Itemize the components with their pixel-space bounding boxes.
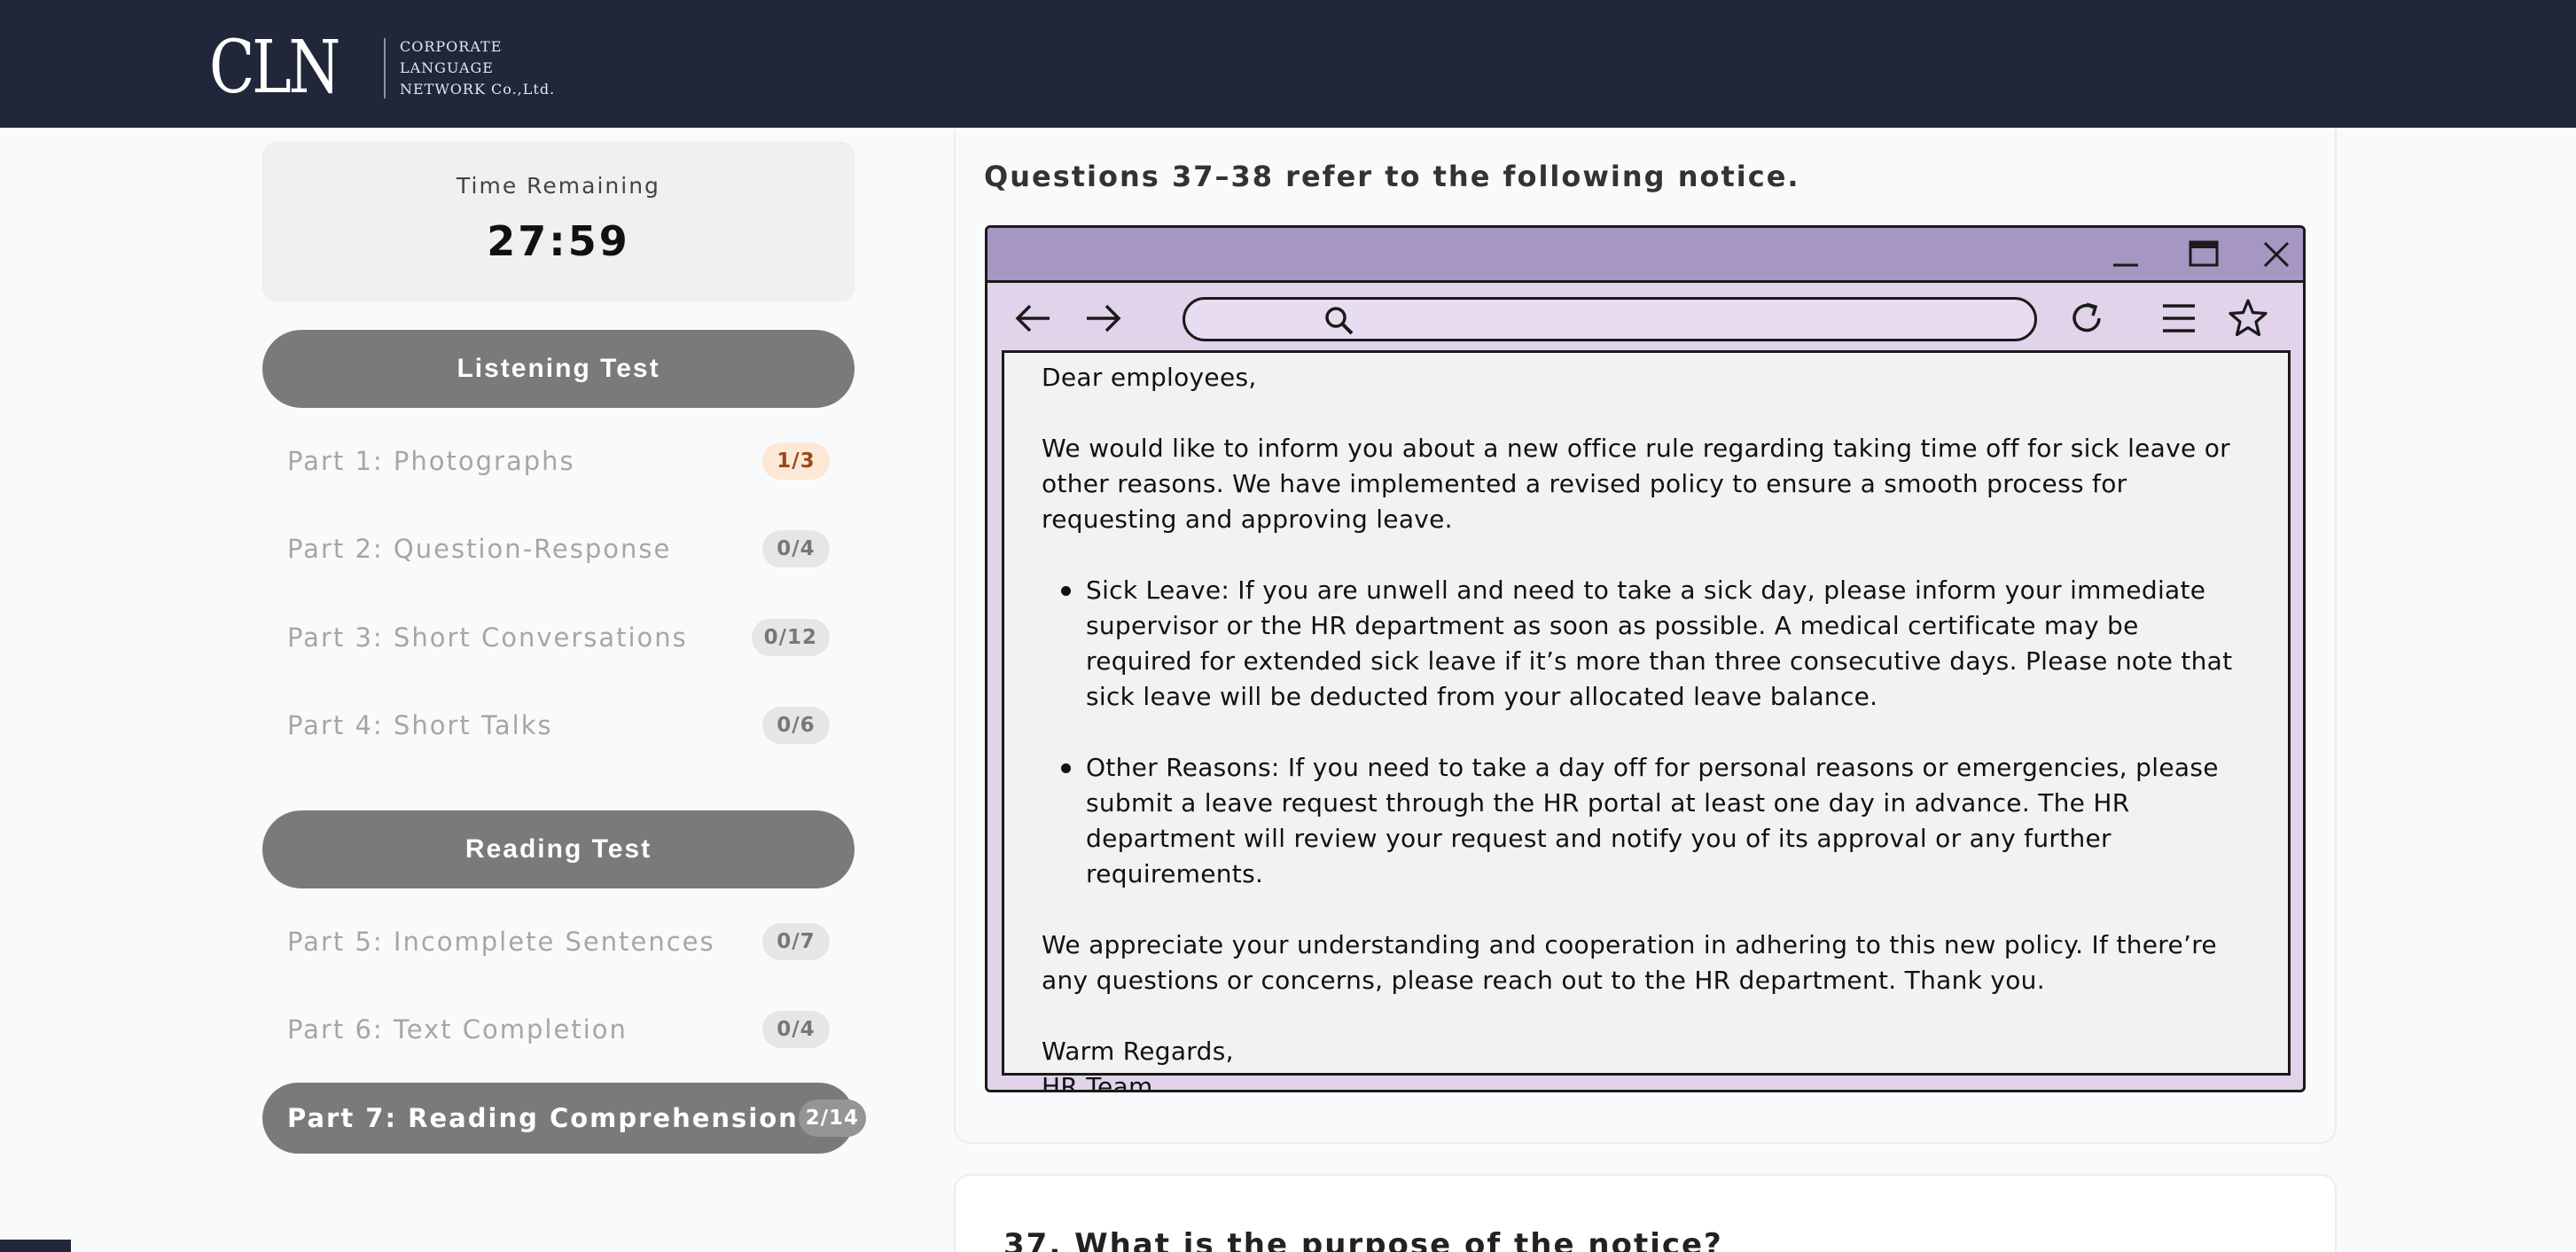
- passage-intro: Questions 37–38 refer to the following n…: [984, 160, 1800, 193]
- sidebar-item-part-6[interactable]: Part 6: Text Completion 0/4: [262, 994, 855, 1065]
- close-icon: [2257, 235, 2296, 274]
- browser-titlebar: [987, 228, 2303, 283]
- timer-card: Time Remaining 27:59: [262, 142, 855, 301]
- timer-label: Time Remaining: [457, 173, 660, 199]
- refresh-icon: [2062, 293, 2112, 343]
- part-label: Part 1: Photographs: [287, 446, 575, 476]
- part-label: Part 3: Short Conversations: [287, 622, 688, 653]
- notice-paragraph: We would like to inform you about a new …: [1042, 434, 2230, 534]
- search-icon: [1322, 303, 1357, 339]
- part-label: Part 2: Question-Response: [287, 534, 672, 564]
- progress-badge: 0/12: [751, 619, 830, 656]
- progress-badge: 0/4: [762, 1011, 830, 1048]
- notice-content: Dear employees, We would like to inform …: [1002, 350, 2291, 1090]
- logo-line: LANGUAGE: [400, 59, 494, 76]
- minimize-icon: [2106, 235, 2145, 274]
- sidebar-item-part-3[interactable]: Part 3: Short Conversations 0/12: [262, 602, 855, 673]
- sidebar-item-part-7[interactable]: Part 7: Reading Comprehension 2/14: [262, 1083, 866, 1154]
- logo-text: CORPORATE LANGUAGE NETWORK Co.,Ltd.: [400, 36, 555, 100]
- progress-badge: 1/3: [762, 442, 830, 480]
- browser-window: Dear employees, We would like to inform …: [985, 225, 2306, 1092]
- sidebar-item-part-1[interactable]: Part 1: Photographs 1/3: [262, 426, 855, 497]
- sidebar-item-part-5[interactable]: Part 5: Incomplete Sentences 0/7: [262, 906, 855, 977]
- notice-bullet: Sick Leave: If you are unwell and need t…: [1061, 573, 2251, 715]
- notice-signature: HR Team: [1042, 1072, 1153, 1092]
- part-label: Part 5: Incomplete Sentences: [287, 927, 715, 957]
- browser-toolbar: [987, 283, 2303, 354]
- sidebar-item-part-4[interactable]: Part 4: Short Talks 0/6: [262, 690, 855, 761]
- maximize-icon: [2184, 235, 2223, 274]
- notice-paragraph: We appreciate your understanding and coo…: [1042, 930, 2217, 995]
- menu-icon: [2154, 293, 2204, 343]
- question-text: 37. What is the purpose of the notice?: [1003, 1227, 1723, 1252]
- logo-divider: [384, 38, 386, 98]
- sidebar-item-part-2[interactable]: Part 2: Question-Response 0/4: [262, 513, 855, 584]
- logo-line: CORPORATE: [400, 38, 503, 55]
- part-label: Part 4: Short Talks: [287, 710, 553, 740]
- logo[interactable]: CLN CORPORATE LANGUAGE NETWORK Co.,Ltd.: [209, 32, 555, 105]
- progress-badge: 0/4: [762, 530, 830, 567]
- notice-bullet-list: Sick Leave: If you are unwell and need t…: [1042, 573, 2251, 892]
- notice-greeting: Dear employees,: [1042, 363, 1257, 392]
- listening-test-button[interactable]: Listening Test: [262, 330, 855, 408]
- arrow-right-icon: [1078, 293, 1128, 343]
- arrow-left-icon: [1009, 293, 1058, 343]
- logo-mark: CLN: [209, 26, 340, 110]
- app-header: CLN CORPORATE LANGUAGE NETWORK Co.,Ltd.: [0, 0, 2576, 128]
- address-bar: [1183, 297, 2037, 341]
- notice-closing: Warm Regards,: [1042, 1037, 1234, 1066]
- notice-bullet: Other Reasons: If you need to take a day…: [1061, 750, 2251, 892]
- timer-value: 27:59: [487, 217, 630, 265]
- progress-badge: 0/7: [762, 923, 830, 960]
- star-icon: [2223, 293, 2273, 343]
- reading-test-button[interactable]: Reading Test: [262, 810, 855, 888]
- part-label: Part 7: Reading Comprehension: [287, 1103, 799, 1133]
- progress-badge: 2/14: [798, 1099, 866, 1137]
- progress-badge: 0/6: [762, 707, 830, 744]
- page-corner: [0, 1240, 71, 1252]
- part-label: Part 6: Text Completion: [287, 1014, 628, 1045]
- logo-line: NETWORK Co.,Ltd.: [400, 81, 556, 98]
